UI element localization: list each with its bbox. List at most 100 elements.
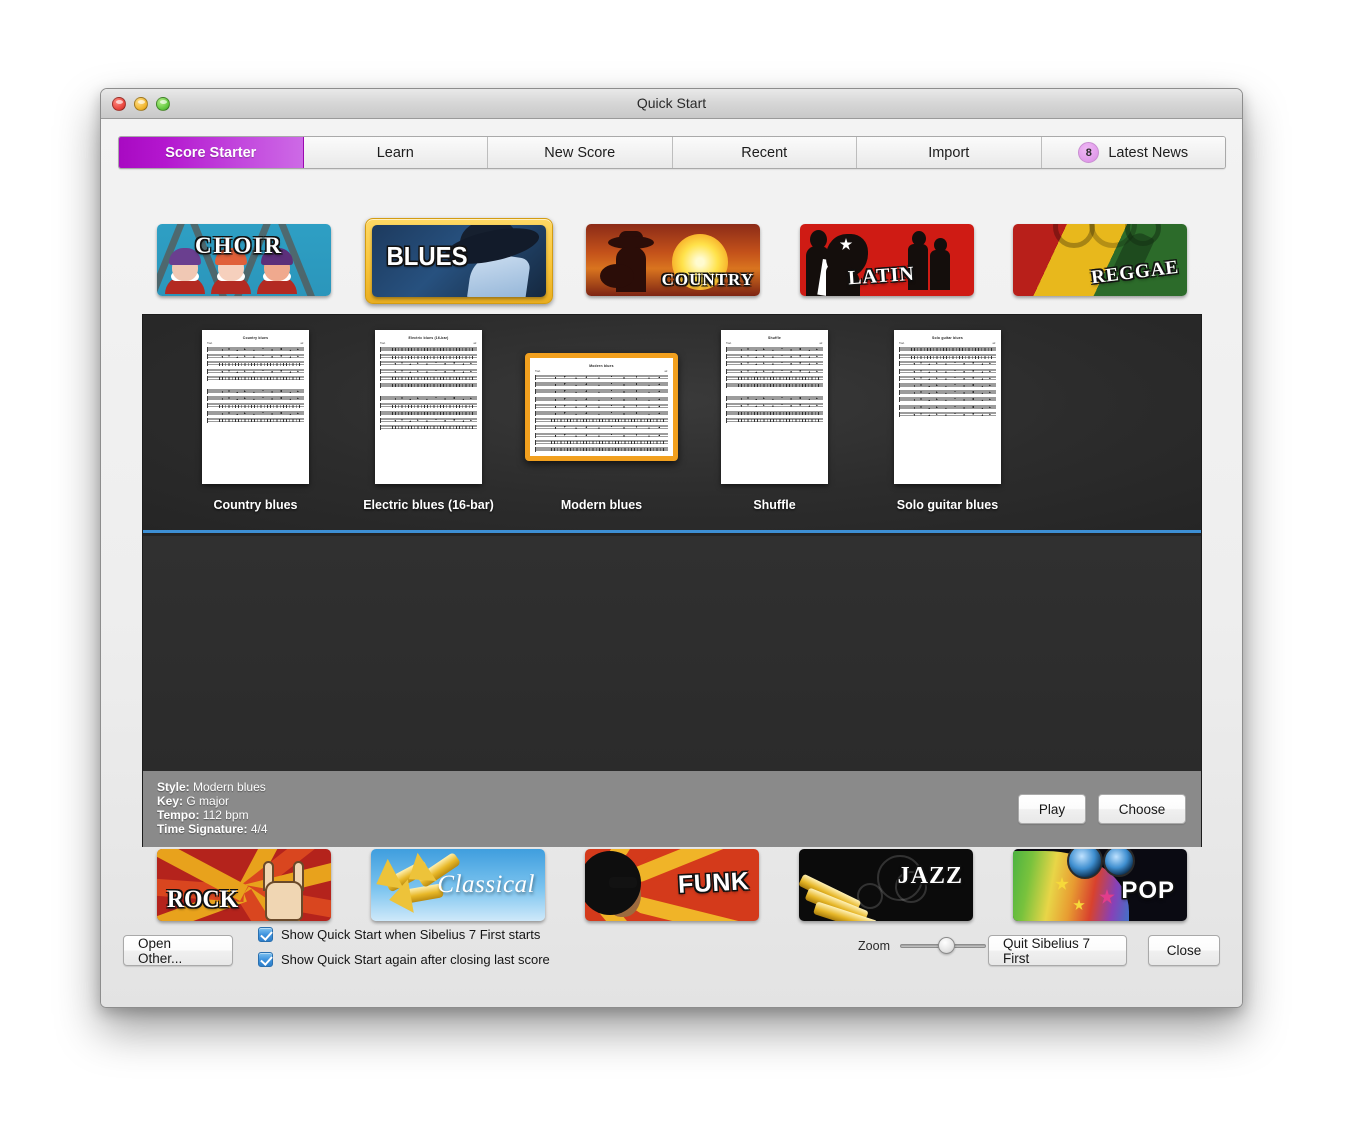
option-label: Show Quick Start again after closing las… (281, 952, 550, 967)
tab-label: Import (928, 144, 970, 161)
zoom-control: Zoom (858, 937, 986, 955)
score-info-text: Style: Modern blues Key: G major Tempo: … (157, 780, 268, 838)
genre-country[interactable]: COUNTRY (586, 224, 760, 298)
tab-score-starter[interactable]: Score Starter (119, 137, 304, 168)
sheet-title: Solo guitar blues (932, 336, 963, 340)
sheet-title: Country blues (242, 336, 269, 340)
genre-funk[interactable]: FUNK (585, 849, 759, 921)
tab-label: Latest News (1108, 144, 1189, 161)
score-label: Solo guitar blues (896, 498, 999, 512)
score-label: Modern blues (560, 498, 643, 512)
score-item-country-blues[interactable]: Country blues Trad. arr. Country blues (169, 325, 342, 512)
genre-label: CHOIR (195, 233, 283, 258)
genre-label: REGGAE (1089, 256, 1180, 289)
tab-bar: Score Starter Learn New Score Recent Imp… (118, 136, 1226, 169)
checkbox-show-after-close[interactable] (258, 952, 273, 967)
genre-label: COUNTRY (661, 270, 754, 289)
tab-label: Learn (376, 144, 414, 161)
tab-label: Recent (741, 144, 788, 161)
genre-jazz[interactable]: JAZZ (799, 849, 973, 921)
genre-rock[interactable]: ROCK (157, 849, 331, 921)
genre-row-bottom: ROCK Classical FUNK JAZZ POP (118, 849, 1226, 921)
genre-choir[interactable]: CHOIR (157, 224, 331, 298)
score-item-solo-guitar-blues[interactable]: Solo guitar blues Trad. arr. Solo guitar… (861, 325, 1034, 512)
tab-latest-news[interactable]: 8 Latest News (1041, 137, 1225, 168)
startup-options: Show Quick Start when Sibelius 7 First s… (258, 927, 550, 967)
desktop-background: Quick Start Score Starter Learn New Scor… (0, 0, 1350, 1125)
info-style-value: Modern blues (193, 780, 266, 795)
tab-import[interactable]: Import (857, 137, 1042, 168)
gallery-upper-shelf: Country blues Trad. arr. Country blues E… (143, 315, 1201, 533)
genre-label: JAZZ (897, 863, 963, 889)
genre-blues[interactable]: BLUES (364, 218, 553, 304)
info-key-value: G major (186, 794, 230, 809)
info-tempo-value: 112 bpm (202, 808, 249, 823)
close-button[interactable]: Close (1148, 935, 1220, 966)
tab-label: New Score (544, 144, 616, 161)
score-item-modern-blues[interactable]: Modern blues Trad. arr. Modern blues (515, 325, 688, 512)
genre-reggae[interactable]: REGGAE (1013, 224, 1187, 298)
jazz-ring-3 (857, 883, 883, 909)
window-content: Score Starter Learn New Score Recent Imp… (101, 119, 1242, 1007)
info-timesig-value: 4/4 (250, 822, 268, 837)
genre-label: ROCK (166, 886, 239, 913)
tab-label: Score Starter (165, 144, 257, 161)
score-thumbnail: Electric blues (16-bar) Trad. arr. (375, 330, 482, 484)
score-label: Country blues (213, 498, 298, 512)
info-key-row: Key: G major (157, 794, 268, 809)
score-item-shuffle[interactable]: Shuffle Trad. arr. Shuffle (688, 325, 861, 512)
sheet-title: Shuffle (768, 336, 781, 340)
score-item-electric-blues[interactable]: Electric blues (16-bar) Trad. arr. Elect… (342, 325, 515, 512)
quick-start-window: Quick Start Score Starter Learn New Scor… (100, 88, 1243, 1008)
score-action-buttons: Play Choose (1018, 794, 1186, 824)
choose-button[interactable]: Choose (1098, 794, 1186, 824)
score-thumbnail-selected: Modern blues Trad. arr. (525, 353, 678, 461)
genre-label: POP (1121, 877, 1175, 904)
info-timesig-label: Time Signature: (157, 822, 248, 837)
info-style-row: Style: Modern blues (157, 780, 268, 795)
option-show-on-start[interactable]: Show Quick Start when Sibelius 7 First s… (258, 927, 550, 942)
tab-learn[interactable]: Learn (303, 137, 488, 168)
info-timesig-row: Time Signature: 4/4 (157, 823, 268, 837)
info-key-label: Key: (157, 794, 184, 809)
score-gallery: Country blues Trad. arr. Country blues E… (142, 314, 1202, 846)
tab-recent[interactable]: Recent (672, 137, 857, 168)
rock-horns-hand (257, 859, 313, 921)
genre-label: BLUES (386, 241, 468, 271)
info-style-label: Style: (157, 780, 190, 795)
pop-speaker-2 (1103, 849, 1135, 877)
score-label: Shuffle (753, 498, 796, 512)
genre-pop[interactable]: POP (1013, 849, 1187, 921)
genre-label: LATIN (846, 262, 916, 290)
window-title: Quick Start (636, 95, 707, 111)
score-info-bar: Style: Modern blues Key: G major Tempo: … (142, 771, 1202, 847)
tab-new-score[interactable]: New Score (488, 137, 673, 168)
play-button[interactable]: Play (1018, 794, 1086, 824)
country-guitarist (600, 231, 666, 292)
genre-label: FUNK (676, 867, 750, 899)
sheet-title: Modern blues (589, 364, 614, 368)
genre-latin[interactable]: LATIN (799, 224, 974, 298)
quit-button[interactable]: Quit Sibelius 7 First (988, 935, 1127, 966)
zoom-label: Zoom (858, 939, 890, 953)
funk-sunglasses (609, 877, 637, 888)
gallery-lower-empty-area (143, 536, 1201, 772)
score-template-list: Country blues Trad. arr. Country blues E… (169, 325, 1034, 512)
score-label: Electric blues (16-bar) (363, 498, 494, 512)
dialog-footer: Open Other... Show Quick Start when Sibe… (101, 915, 1242, 1007)
score-thumbnail: Country blues Trad. arr. (202, 330, 309, 484)
genre-label: Classical (437, 871, 535, 898)
genre-classical[interactable]: Classical (371, 849, 545, 921)
genre-row-top: CHOIR BLUES COUNTRY LATIN REGGAE (118, 218, 1226, 304)
open-other-button[interactable]: Open Other... (123, 935, 233, 966)
info-tempo-row: Tempo: 112 bpm (157, 809, 268, 823)
window-titlebar: Quick Start (101, 89, 1242, 119)
checkbox-show-on-start[interactable] (258, 927, 273, 942)
zoom-slider[interactable] (900, 937, 986, 955)
zoom-slider-knob[interactable] (937, 937, 955, 954)
score-thumbnail: Shuffle Trad. arr. (721, 330, 828, 484)
news-count-badge: 8 (1078, 142, 1100, 163)
sheet-title: Electric blues (16-bar) (408, 336, 449, 340)
option-show-after-close[interactable]: Show Quick Start again after closing las… (258, 952, 550, 967)
option-label: Show Quick Start when Sibelius 7 First s… (281, 927, 541, 942)
